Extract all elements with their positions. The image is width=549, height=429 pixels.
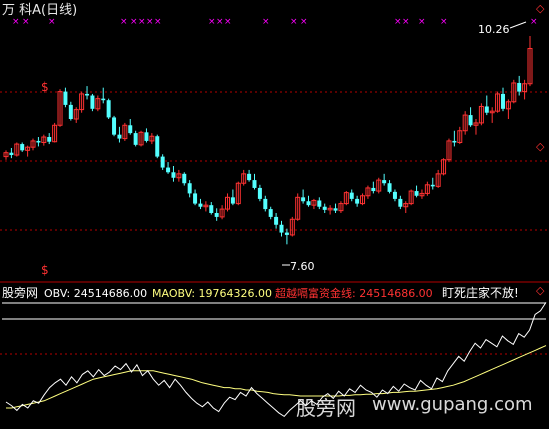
candle-body [85,93,90,96]
candle-body [160,156,165,168]
signal-marker: × [300,17,308,27]
candle-body [36,140,41,143]
candle-body [9,152,14,156]
candle-body [430,184,435,187]
obv-label: OBV: 24514686.00 [44,287,148,300]
candle-body [155,136,160,157]
candle-body [182,173,187,184]
candle-body [517,82,522,92]
fund-line-label: 超越嗝富资金线: 24514686.00 [275,287,433,300]
indicator-name: 股旁网 [2,286,39,300]
signal-marker: × [154,17,162,27]
candle-body [468,115,473,126]
low-price-label: 7.60 [290,260,315,273]
candle-body [20,144,25,151]
high-arrow [509,21,527,29]
signal-marker: × [208,17,216,27]
signal-marker: × [138,17,146,27]
diamond-icon: ◇ [536,2,545,15]
stock-chart-window: × × × × × × × × × × × × × × × × × × × 万 科A(日线) $ $ 10.26 7… [0,0,549,429]
signal-marker: × [22,17,30,27]
candle-body [133,133,138,145]
candle-body [187,183,192,194]
candle-body [284,232,289,235]
diamond-icon: ◇ [536,284,545,297]
candle-body [398,198,403,207]
candle-body [166,167,171,173]
candle-body [268,209,273,217]
signal-marker: × [262,17,270,27]
candle-body [90,95,95,109]
candle-body [209,205,214,213]
signal-marker: × [530,17,538,27]
candle-body [301,197,306,202]
signal-marker: × [440,17,448,27]
candle-body [198,203,203,207]
signal-marker: × [394,17,402,27]
candle-body [247,173,252,181]
candle-body [117,134,122,139]
dollar-marker-lower: $ [41,263,49,277]
candle-body [193,193,198,204]
candle-body [322,206,327,210]
candle-body [214,213,219,217]
candle-body [349,192,354,199]
candle-body [306,201,311,206]
signal-marker: × [146,17,154,27]
candle-body [144,132,149,141]
candle-body [274,216,279,225]
candle-body [263,198,268,210]
candle-body [63,91,68,105]
candle-body [47,137,52,142]
signal-marker: × [418,17,426,27]
candle-body [317,200,322,207]
signal-marker: × [224,17,232,27]
maobv-label: MAOBV: 19764326.00 [152,287,273,300]
signal-marker: × [402,17,410,27]
candle-body [252,180,257,188]
signal-marker: × [48,17,56,27]
high-price-label: 10.26 [478,23,510,36]
chart-title: 万 科A(日线) [2,3,78,18]
candle-body [392,191,397,199]
candle-body [106,100,111,118]
candle-body [171,172,176,178]
candle-body [101,98,106,101]
candle-body [279,224,284,233]
signal-marker: × [130,17,138,27]
candle-body [500,93,505,109]
candle-body [371,187,376,192]
signal-marker: × [216,17,224,27]
candle-body [355,198,360,204]
signal-marker: × [120,17,128,27]
candle-body [112,117,117,135]
signal-marker: × [290,17,298,27]
candle-body [484,106,489,113]
diamond-icon: ◇ [536,140,545,153]
candle-body [257,187,262,199]
candle-body [230,197,235,204]
candle-body [452,140,457,143]
candle-body [382,180,387,184]
candle-body [68,104,73,119]
candle-body [128,125,133,134]
chart-canvas[interactable]: × × × × × × × × × × × × × × × × × × × [0,0,549,429]
signal-marker: × [12,17,20,27]
candle-body [387,183,392,192]
indicator-note: 盯死庄家不放! [442,286,519,300]
watermark-url: www.gupang.com [372,394,533,415]
watermark-text: 股旁网 [296,396,356,420]
candle-body [414,191,419,196]
dollar-marker: $ [41,80,49,94]
candle-body [333,208,338,211]
